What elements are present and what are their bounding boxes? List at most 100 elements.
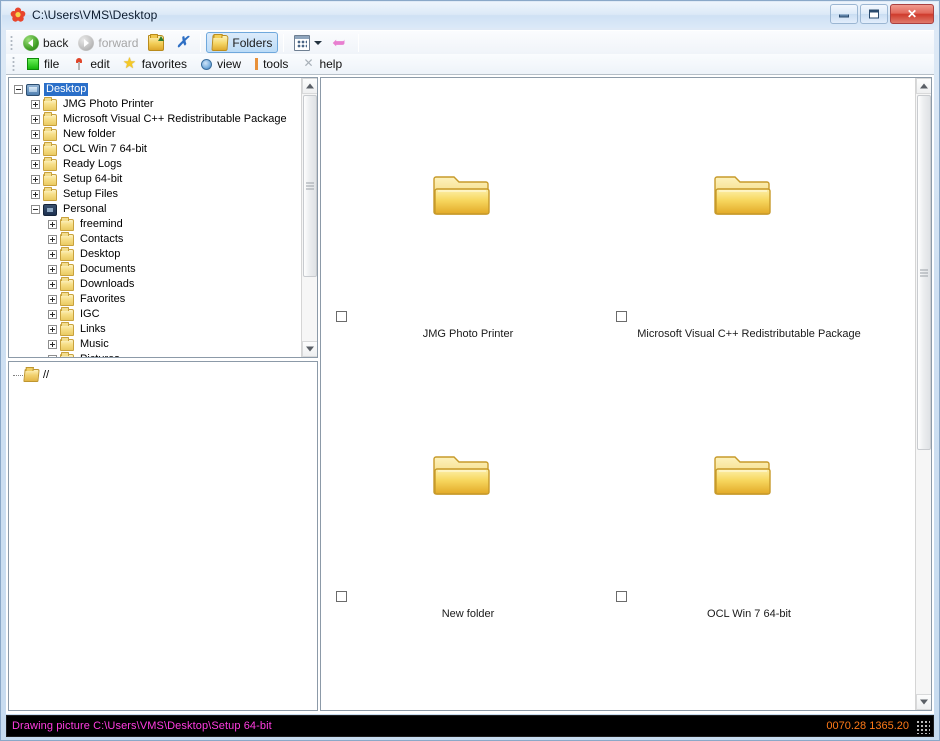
toolbar-separator-3 (358, 33, 360, 52)
expand-icon[interactable] (31, 190, 40, 199)
expand-icon[interactable] (48, 340, 57, 349)
content-scroll-down-button[interactable] (916, 694, 931, 710)
views-button[interactable] (289, 32, 327, 53)
expand-icon[interactable] (48, 220, 57, 229)
tree-item[interactable]: Music (9, 336, 302, 352)
item-checkbox[interactable] (616, 591, 627, 602)
tree-item-label: Personal (63, 203, 107, 215)
back-button[interactable]: back (18, 32, 73, 53)
monitor-icon (26, 83, 40, 96)
tree-item[interactable]: New folder (9, 126, 302, 142)
delete-button[interactable]: ✗ (169, 32, 195, 53)
toolbar-grip[interactable] (10, 34, 13, 51)
folder-icon (60, 216, 74, 231)
expand-icon[interactable] (31, 175, 40, 184)
up-folder-button[interactable] (143, 32, 169, 53)
tree-scroll-thumb[interactable] (303, 95, 317, 277)
collapse-icon[interactable] (31, 205, 40, 214)
tree-item[interactable]: Setup 64-bit (9, 171, 302, 187)
tree-scroll-up-button[interactable] (302, 78, 317, 94)
tree-item-label: Contacts (80, 233, 124, 245)
expand-icon[interactable] (48, 235, 57, 244)
content-vertical-scrollbar[interactable] (915, 78, 931, 710)
tree-item[interactable]: Desktop (9, 82, 302, 97)
expand-icon[interactable] (48, 280, 57, 289)
tree-item-label: Favorites (80, 293, 126, 305)
chevron-down-icon[interactable] (314, 40, 323, 45)
menu-item-edit[interactable]: edit (66, 55, 116, 73)
folder-icon[interactable] (433, 451, 491, 499)
expand-icon[interactable] (31, 160, 40, 169)
tree-item[interactable]: Pictures (9, 351, 302, 357)
expand-icon[interactable] (31, 130, 40, 139)
tree-item[interactable]: Contacts (9, 231, 302, 247)
tree-item[interactable]: Setup Files (9, 186, 302, 202)
tree-item[interactable]: Ready Logs (9, 156, 302, 172)
folder-icon (60, 351, 74, 357)
blue-circle-icon (201, 58, 213, 70)
expand-icon[interactable] (31, 145, 40, 154)
caption-buttons: ✕ (830, 4, 934, 24)
tree-item[interactable]: Personal (9, 202, 302, 217)
tree-item[interactable]: OCL Win 7 64-bit (9, 141, 302, 157)
folder-tree[interactable]: Desktop JMG Photo Printer Microsoft Visual… (9, 78, 302, 357)
expand-icon[interactable] (48, 325, 57, 334)
open-folder-icon (23, 368, 40, 382)
item-label[interactable]: New folder (442, 608, 495, 620)
tree-item[interactable]: Desktop (9, 246, 302, 262)
forward-button[interactable]: forward (73, 32, 143, 53)
pink-arrow-button[interactable] (327, 32, 353, 53)
tree-item[interactable]: Links (9, 321, 302, 337)
tree-item-label: New folder (63, 128, 116, 140)
menu-item-file[interactable]: file (20, 55, 66, 73)
tree-item-label: Music (80, 338, 109, 350)
content-scroll-thumb[interactable] (917, 95, 931, 450)
resize-grip-icon[interactable] (916, 720, 930, 734)
tree-scroll-down-button[interactable] (302, 341, 317, 357)
menu-item-favorites[interactable]: favorites (117, 54, 194, 73)
expand-icon[interactable] (48, 310, 57, 319)
menubar-grip[interactable] (12, 56, 15, 72)
tree-item-label: JMG Photo Printer (63, 98, 154, 110)
back-label: back (43, 35, 69, 50)
expand-icon[interactable] (48, 265, 57, 274)
tree-item[interactable]: Favorites (9, 291, 302, 307)
item-label[interactable]: Microsoft Visual C++ Redistributable Pac… (637, 328, 861, 340)
menu-item-view[interactable]: view (194, 55, 248, 73)
folders-toggle-button[interactable]: Folders (206, 32, 279, 53)
tree-item[interactable]: IGC (9, 306, 302, 322)
close-button[interactable]: ✕ (890, 4, 934, 24)
tree-item[interactable]: freemind (9, 216, 302, 232)
tree-item[interactable]: Downloads (9, 276, 302, 292)
menu-item-help[interactable]: help (295, 55, 349, 73)
item-checkbox[interactable] (336, 591, 347, 602)
folder-icon (60, 276, 74, 291)
content-pane[interactable]: JMG Photo Printer Microsoft Visual C++ Re… (320, 77, 932, 711)
tree-item[interactable]: Documents (9, 261, 302, 277)
tree-item[interactable]: Microsoft Visual C++ Redistributable Pac… (9, 111, 302, 127)
item-checkbox[interactable] (616, 311, 627, 322)
menu-item-tools[interactable]: tools (248, 55, 295, 73)
collapse-icon[interactable] (14, 85, 23, 94)
tree-item-label: Microsoft Visual C++ Redistributable Pac… (63, 113, 287, 125)
expand-icon[interactable] (31, 100, 40, 109)
expand-icon[interactable] (48, 295, 57, 304)
content-scroll-up-button[interactable] (916, 78, 931, 94)
path-panel[interactable]: // (8, 361, 318, 711)
item-label[interactable]: JMG Photo Printer (423, 328, 513, 340)
expand-icon[interactable] (31, 115, 40, 124)
tree-item[interactable]: JMG Photo Printer (9, 96, 302, 112)
folder-icon (43, 141, 57, 156)
folder-tree-panel: Desktop JMG Photo Printer Microsoft Visual… (8, 77, 318, 358)
folder-icon[interactable] (433, 171, 491, 219)
item-label[interactable]: OCL Win 7 64-bit (707, 608, 791, 620)
maximize-button[interactable] (860, 4, 888, 24)
minimize-button[interactable] (830, 4, 858, 24)
path-tree-item[interactable]: // (13, 367, 317, 383)
tree-vertical-scrollbar[interactable] (301, 78, 317, 357)
expand-icon[interactable] (48, 355, 57, 357)
expand-icon[interactable] (48, 250, 57, 259)
item-checkbox[interactable] (336, 311, 347, 322)
folder-icon[interactable] (714, 171, 772, 219)
folder-icon[interactable] (714, 451, 772, 499)
